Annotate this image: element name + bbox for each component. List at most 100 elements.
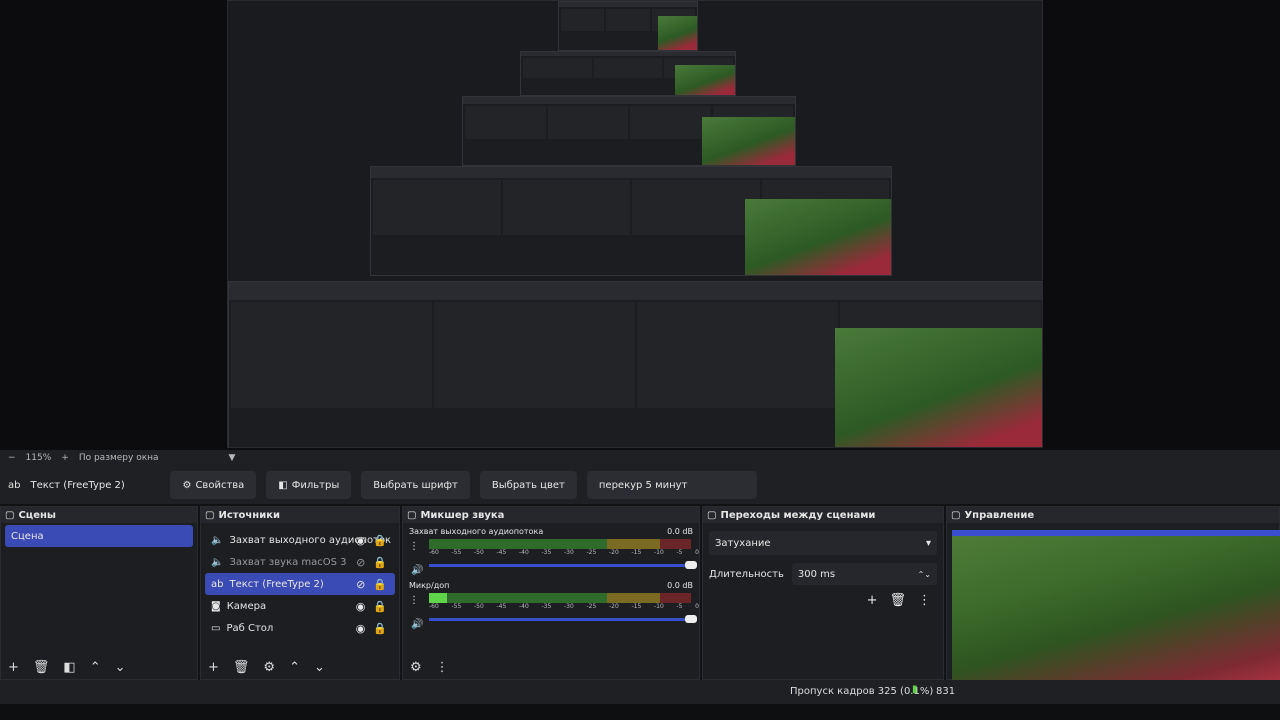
- zoom-fit-label: По размеру окна: [78, 453, 159, 463]
- dropdown-arrow-icon: ▾: [925, 537, 931, 549]
- chevron-up-icon[interactable]: ⌃: [90, 660, 101, 675]
- meter-tick: -60: [429, 603, 439, 610]
- duration-value: 300 ms: [797, 568, 836, 580]
- nested-preview-4: [558, 1, 698, 51]
- preview-area[interactable]: [0, 0, 1280, 450]
- meter-tick: -5: [676, 603, 683, 610]
- add-icon[interactable]: +: [8, 660, 19, 675]
- menu-dots-icon[interactable]: ⋮: [436, 660, 449, 675]
- controls-header: ▢ Управление: [947, 507, 1279, 523]
- meter-ticks: -60 -55 -50 -45 -40 -35 -30 -25 -20 -15 -10 -5 0: [429, 549, 699, 556]
- zoom-in-button[interactable]: +: [61, 453, 69, 463]
- meter-tick: -25: [586, 549, 597, 556]
- gear-icon[interactable]: ⚙: [263, 660, 275, 675]
- controls-title: Управление: [964, 509, 1035, 521]
- lock-icon[interactable]: 🔒: [373, 556, 387, 569]
- meter-tick: -15: [631, 603, 642, 610]
- zoom-level: 115%: [25, 453, 52, 463]
- volume-slider[interactable]: [429, 561, 697, 569]
- scene-item[interactable]: Сцена: [5, 525, 193, 547]
- speaker-icon: 🔈: [211, 556, 224, 568]
- eye-hidden-icon[interactable]: ⊘: [356, 556, 365, 569]
- source-item[interactable]: ▭ Раб Стол ◉ 🔒: [205, 617, 395, 639]
- lock-icon[interactable]: 🔒: [373, 622, 387, 635]
- source-item[interactable]: 🔈 Захват выходного аудиопоток ◉ 🔒: [205, 529, 395, 551]
- menu-dots-icon[interactable]: ⋮: [409, 541, 419, 552]
- lock-icon[interactable]: 🔒: [373, 600, 387, 613]
- duration-spinbox[interactable]: 300 ms ⌃⌄: [791, 563, 937, 585]
- dock-icon: ▢: [407, 509, 417, 521]
- meter-ticks: -60 -55 -50 -45 -40 -35 -30 -25 -20 -15 -10 -5 0: [429, 603, 699, 610]
- dock-icon: ▢: [5, 509, 15, 521]
- eye-icon[interactable]: ◉: [356, 600, 366, 613]
- meter-tick: -50: [474, 603, 484, 610]
- properties-button[interactable]: ⚙ Свойства: [170, 471, 257, 499]
- source-item[interactable]: 🔈 Захват звука macOS 3 ⊘ 🔒: [205, 551, 395, 573]
- speaker-icon[interactable]: 🔊: [411, 619, 423, 630]
- zoom-bar: − 115% + По размеру окна ▼: [0, 450, 1280, 466]
- zoom-dropdown-icon[interactable]: ▼: [229, 453, 236, 463]
- nested-preview-3: [520, 51, 736, 96]
- selected-source-name: Текст (FreeType 2): [30, 479, 125, 491]
- filter-icon[interactable]: ◧: [63, 660, 75, 675]
- trash-icon[interactable]: 🗑: [233, 660, 250, 675]
- choose-color-button[interactable]: Выбрать цвет: [479, 471, 577, 499]
- source-item[interactable]: ◙ Камера ◉ 🔒: [205, 595, 395, 617]
- transitions-title: Переходы между сценами: [720, 509, 876, 521]
- meter-tick: -35: [541, 603, 552, 610]
- source-toolbar: ab Текст (FreeType 2) ⚙ Свойства ◧ Фильтры…: [0, 466, 1280, 504]
- mixer-settings-icon[interactable]: ⚙: [410, 660, 422, 675]
- nested-preview-2: [462, 96, 796, 166]
- trash-icon[interactable]: 🗑: [889, 593, 906, 608]
- text-value-field[interactable]: перекур 5 минут: [586, 471, 757, 499]
- volume-meter: [429, 593, 691, 603]
- mixer-channel: Микр/доп 0.0 dB ⋮ -60 -55 -50 -45 -40 -35 -30 -2…: [403, 577, 699, 630]
- source-item-label: Раб Стол: [226, 622, 274, 634]
- lock-icon[interactable]: 🔒: [373, 578, 387, 591]
- choose-font-button[interactable]: Выбрать шрифт: [361, 471, 470, 499]
- transition-selected: Затухание: [715, 537, 771, 549]
- eye-icon[interactable]: ◉: [356, 534, 366, 547]
- volume-slider[interactable]: [429, 615, 697, 623]
- transitions-header: ▢ Переходы между сценами: [703, 507, 943, 523]
- eye-icon[interactable]: ◉: [356, 622, 366, 635]
- add-icon[interactable]: +: [208, 660, 219, 675]
- source-item-label: Камера: [226, 600, 267, 612]
- eye-hidden-icon[interactable]: ⊘: [356, 578, 365, 591]
- trash-icon[interactable]: 🗑: [33, 660, 50, 675]
- channel-db: 0.0 dB: [667, 527, 693, 536]
- zoom-out-button[interactable]: −: [8, 453, 16, 463]
- meter-tick: -40: [519, 603, 529, 610]
- menu-dots-icon[interactable]: ⋮: [409, 595, 419, 606]
- chevron-up-icon[interactable]: ⌃: [289, 660, 300, 675]
- meter-tick: -45: [496, 603, 507, 610]
- meter-tick: -25: [586, 603, 597, 610]
- scenes-title: Сцены: [18, 509, 56, 521]
- status-bar: Пропуск кадров 325 (0.1%) ▮ 831: [0, 680, 1280, 704]
- filters-button[interactable]: ◧ Фильтры: [266, 471, 352, 499]
- lock-icon[interactable]: 🔒: [373, 534, 387, 547]
- meter-tick: -30: [564, 603, 574, 610]
- menu-dots-icon[interactable]: ⋮: [918, 593, 931, 608]
- choose-font-label: Выбрать шрифт: [373, 479, 458, 491]
- preview-canvas[interactable]: [227, 0, 1043, 448]
- chevron-down-icon[interactable]: ⌄: [314, 660, 325, 675]
- gear-icon: ⚙: [182, 479, 192, 491]
- chevron-down-icon[interactable]: ⌄: [115, 660, 126, 675]
- source-item-label: Текст (FreeType 2): [229, 578, 324, 590]
- nested-preview-1: [370, 166, 892, 276]
- add-icon[interactable]: +: [867, 593, 878, 608]
- transition-select[interactable]: Затухание ▾: [709, 531, 937, 555]
- channel-name: Микр/доп: [409, 581, 450, 590]
- transitions-dock: ▢ Переходы между сценами Затухание ▾ Длите…: [702, 506, 944, 680]
- meter-tick: -35: [541, 549, 552, 556]
- meter-tick: 0: [695, 549, 699, 556]
- speaker-icon[interactable]: 🔊: [411, 565, 423, 576]
- spinner-icon[interactable]: ⌃⌄: [918, 570, 931, 579]
- meter-tick: -55: [451, 603, 462, 610]
- scenes-header: ▢ Сцены: [1, 507, 197, 523]
- mixer-title: Микшер звука: [420, 509, 505, 521]
- display-icon: ▭: [211, 622, 221, 634]
- source-item[interactable]: ab Текст (FreeType 2) ⊘ 🔒: [205, 573, 395, 595]
- text-icon: ab: [211, 578, 224, 590]
